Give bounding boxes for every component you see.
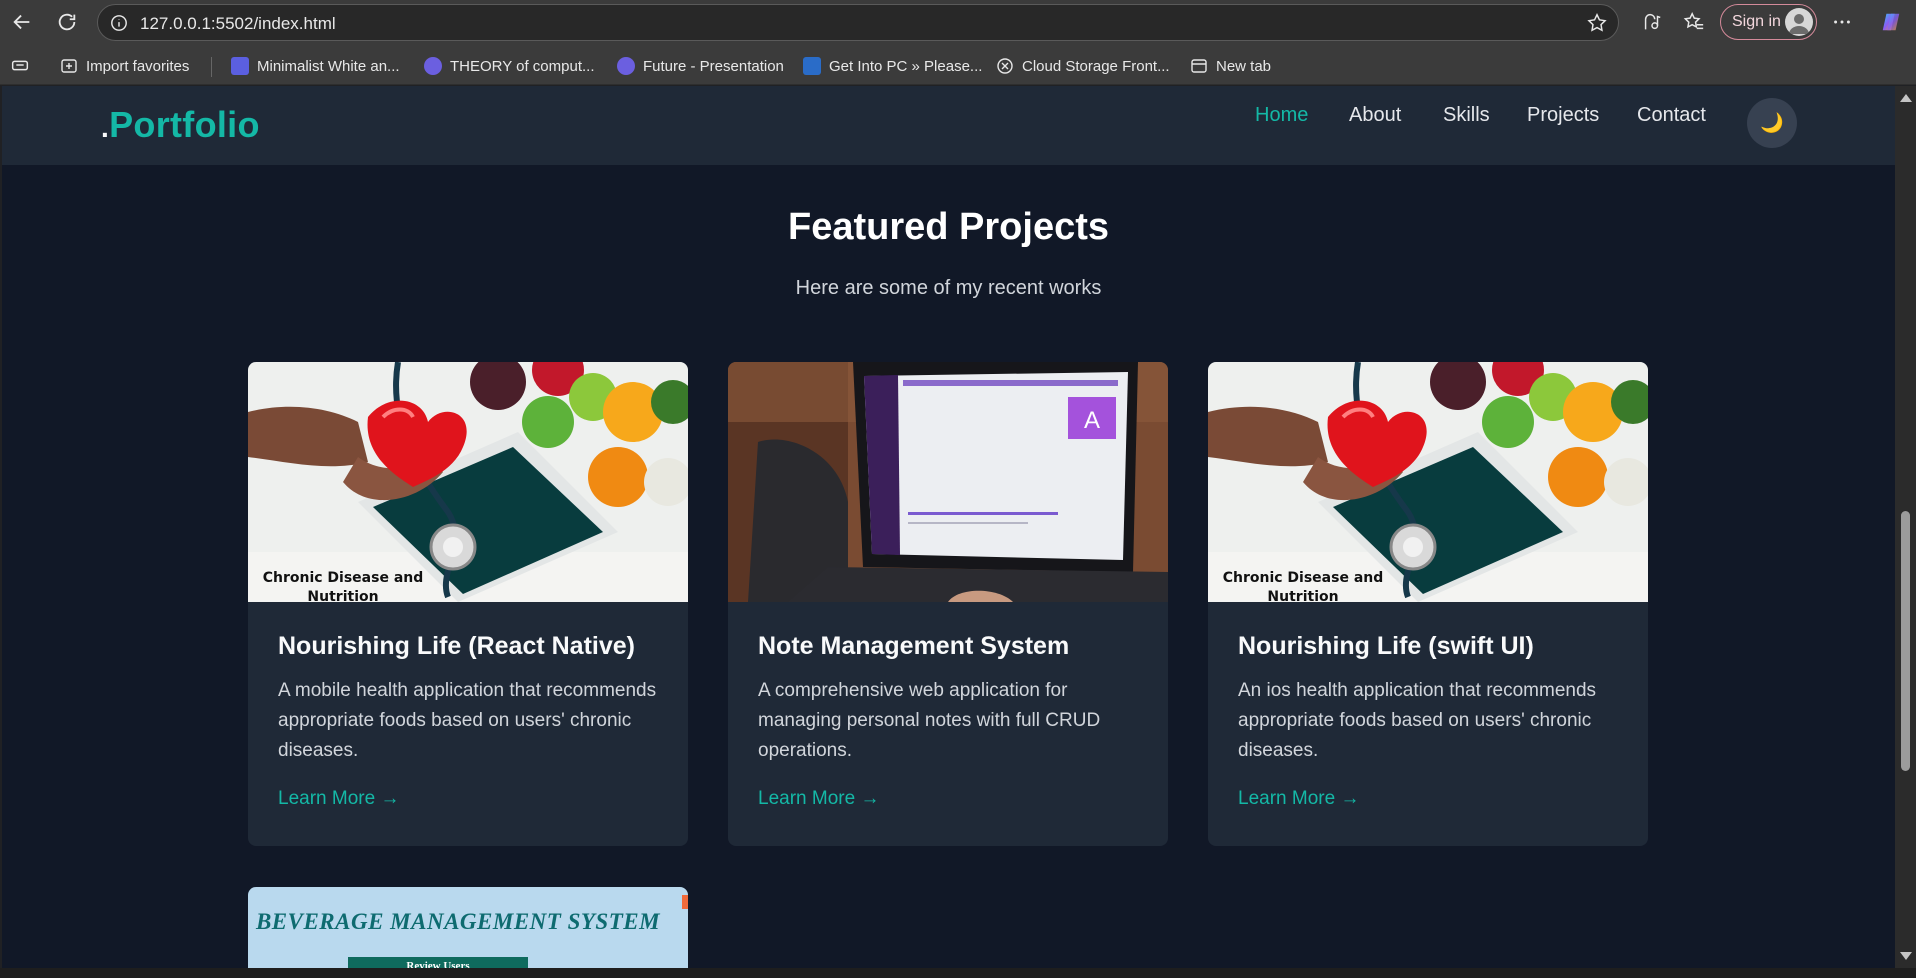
learn-more-link[interactable]: Learn More → <box>1238 788 1359 810</box>
scroll-up-arrow-icon[interactable] <box>1900 94 1912 102</box>
bookmark-label: THEORY of comput... <box>450 57 595 75</box>
bookmark-new-tab[interactable]: New tab <box>1190 55 1271 77</box>
project-title: Nourishing Life (React Native) <box>278 632 635 660</box>
bookmark-label: Future - Presentation <box>643 57 784 75</box>
refresh-icon[interactable] <box>49 4 85 40</box>
bookmark-label: Minimalist White an... <box>257 57 400 75</box>
bookmarks-bar: Import favorites Minimalist White an... … <box>0 45 1916 85</box>
project-image-health: Chronic Disease and Nutrition <box>1208 362 1648 602</box>
browser-toolbar: 127.0.0.1:5502/index.html Sign in <box>0 0 1916 45</box>
project-description: A mobile health application that recomme… <box>278 680 657 761</box>
bookmark-cloud-storage[interactable]: Cloud Storage Front... <box>996 55 1170 77</box>
project-title: Note Management System <box>758 632 1070 660</box>
nav-about[interactable]: About <box>1349 104 1401 127</box>
getintopc-icon <box>803 57 821 75</box>
section-subtitle: Here are some of my recent works <box>795 277 1102 299</box>
bookmark-separator <box>211 57 212 77</box>
site-info-icon[interactable] <box>110 14 128 32</box>
sign-in-label: Sign in <box>1732 13 1781 30</box>
logo-dot: . <box>101 112 110 143</box>
bookmark-label: Import favorites <box>86 57 190 75</box>
favorites-icon[interactable] <box>1676 4 1712 40</box>
back-icon[interactable] <box>4 4 40 40</box>
scroll-thumb[interactable] <box>1901 511 1910 771</box>
presentation-icon <box>231 57 249 75</box>
bookmark-theory[interactable]: THEORY of comput... <box>424 55 595 77</box>
scroll-down-arrow-icon[interactable] <box>1900 952 1912 960</box>
page-viewport: .Portfolio Home About Skills Projects Co… <box>2 86 1895 968</box>
copilot-icon[interactable] <box>1873 4 1909 40</box>
image-caption: Chronic Disease and Nutrition <box>1222 570 1384 602</box>
openai-icon <box>997 58 1013 74</box>
address-bar[interactable]: 127.0.0.1:5502/index.html <box>97 4 1619 41</box>
bookmark-label: Get Into PC » Please... <box>829 57 983 75</box>
project-image-notes: A <box>728 362 1168 602</box>
project-card-beverage[interactable]: BEVERAGE MANAGEMENT SYSTEM Review Users <box>248 887 688 968</box>
bookmark-getintopc[interactable]: Get Into PC » Please... <box>803 55 982 77</box>
bookmark-label: Cloud Storage Front... <box>1022 57 1170 75</box>
project-card[interactable]: Chronic Disease and Nutrition Nourishing… <box>1208 362 1648 846</box>
learn-more-link[interactable]: Learn More → <box>278 788 399 810</box>
nav-contact[interactable]: Contact <box>1637 104 1706 127</box>
bookmark-future[interactable]: Future - Presentation <box>617 55 784 77</box>
import-icon <box>61 59 77 73</box>
image-caption: Chronic Disease and Nutrition <box>262 570 424 602</box>
more-options-icon[interactable] <box>1824 4 1860 40</box>
project-image-health: Chronic Disease and Nutrition <box>248 362 688 602</box>
read-aloud-icon[interactable] <box>1634 4 1670 40</box>
collections-icon[interactable] <box>2 47 38 83</box>
bookmark-import-favorites[interactable]: Import favorites <box>60 55 189 77</box>
bookmark-minimalist[interactable]: Minimalist White an... <box>231 55 400 77</box>
moon-icon: 🌙 <box>1760 113 1784 134</box>
bookmark-label: New tab <box>1216 57 1272 75</box>
logo-text: Portfolio <box>109 104 260 145</box>
site-logo[interactable]: .Portfolio <box>101 104 260 146</box>
nav-home[interactable]: Home <box>1255 104 1308 127</box>
project-card[interactable]: A Note Management System A comprehensive… <box>728 362 1168 846</box>
image-title-text: BEVERAGE MANAGEMENT SYSTEM <box>255 909 661 934</box>
learn-more-link[interactable]: Learn More → <box>758 788 879 810</box>
nav-projects[interactable]: Projects <box>1527 104 1599 127</box>
presentation-icon <box>617 57 635 75</box>
project-card[interactable]: Chronic Disease and Nutrition Nourishing… <box>248 362 688 846</box>
newtab-icon <box>1191 59 1207 73</box>
nav-skills[interactable]: Skills <box>1443 104 1490 127</box>
image-corner-mark <box>682 895 688 909</box>
sign-in-button[interactable]: Sign in <box>1720 4 1817 40</box>
url-text[interactable]: 127.0.0.1:5502/index.html <box>140 14 336 34</box>
theme-toggle-button[interactable]: 🌙 <box>1747 98 1797 148</box>
section-title: Featured Projects <box>788 206 1109 248</box>
project-title: Nourishing Life (swift UI) <box>1238 632 1534 660</box>
site-navbar: .Portfolio Home About Skills Projects Co… <box>2 86 1895 165</box>
profile-avatar-icon <box>1785 8 1813 36</box>
window-bottom-edge <box>0 968 1916 978</box>
presentation-icon <box>424 57 442 75</box>
svg-text:A: A <box>1084 407 1100 434</box>
page-scrollbar[interactable] <box>1895 86 1916 968</box>
favorite-star-icon[interactable] <box>1586 12 1608 34</box>
project-description: An ios health application that recommend… <box>1238 680 1597 761</box>
image-review-users-text: Review Users <box>348 957 528 968</box>
project-description: A comprehensive web application for mana… <box>758 680 1101 761</box>
